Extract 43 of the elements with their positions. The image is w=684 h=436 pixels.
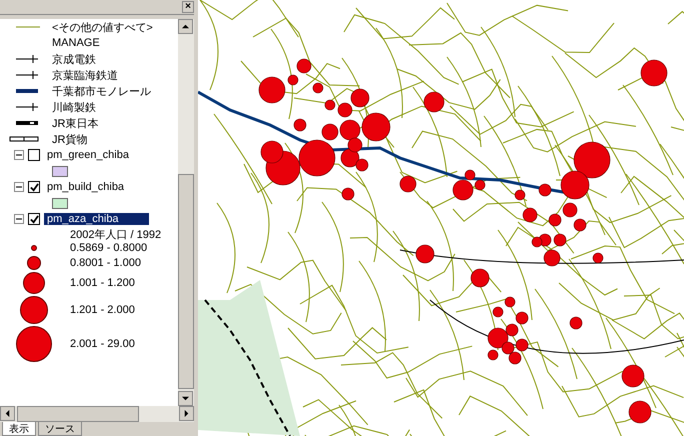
layer-name[interactable]: pm_aza_chiba xyxy=(44,213,149,225)
legend-label: 京葉臨海鉄道 xyxy=(52,68,118,82)
panel-tab[interactable]: ソース xyxy=(38,422,82,436)
layer-checkbox[interactable] xyxy=(28,181,40,193)
legend-label: JR東日本 xyxy=(52,116,98,130)
legend-label: 川崎製鉄 xyxy=(52,100,96,114)
circle-symbol-icon xyxy=(27,256,41,270)
collapse-toggle-icon[interactable] xyxy=(14,182,24,192)
legend-label: <その他の値すべて> xyxy=(52,20,153,34)
vertical-scrollbar[interactable] xyxy=(178,19,194,406)
collapse-toggle-icon[interactable] xyxy=(14,150,24,160)
layer-name[interactable]: pm_green_chiba xyxy=(44,149,132,161)
circle-symbol-icon xyxy=(31,245,37,251)
scroll-down-button[interactable] xyxy=(178,391,193,406)
circle-symbol-icon xyxy=(20,296,48,324)
layer-checkbox[interactable] xyxy=(28,213,40,225)
legend-label: MANAGE xyxy=(52,37,100,49)
close-button[interactable]: × xyxy=(182,1,194,13)
scroll-up-button[interactable] xyxy=(178,19,193,34)
up-arrow-icon xyxy=(182,23,189,30)
class-range-label: 0.8001 - 1.000 xyxy=(70,257,141,269)
scroll-left-button[interactable] xyxy=(0,406,15,421)
down-arrow-icon xyxy=(182,395,189,402)
left-arrow-icon xyxy=(4,410,11,417)
scrollbar-thumb[interactable] xyxy=(178,174,194,389)
class-range-label: 0.5869 - 0.8000 xyxy=(70,242,148,254)
class-range-label: 1.201 - 2.000 xyxy=(70,304,135,316)
right-arrow-icon xyxy=(183,410,190,417)
panel-tab[interactable]: 表示 xyxy=(2,422,36,436)
legend-label: JR貨物 xyxy=(52,132,88,146)
collapse-toggle-icon[interactable] xyxy=(14,214,24,224)
field-label: 2002年人口 / 1992 xyxy=(69,228,162,242)
layer-checkbox[interactable] xyxy=(28,149,40,161)
legend-label: 千葉都市モノレール xyxy=(52,84,151,98)
class-range-label: 2.001 - 29.00 xyxy=(70,338,135,350)
layer-name[interactable]: pm_build_chiba xyxy=(44,181,128,193)
circle-symbol-icon xyxy=(16,326,52,362)
horizontal-scrollbar[interactable] xyxy=(0,406,194,422)
scroll-right-button[interactable] xyxy=(179,406,194,421)
circle-symbol-icon xyxy=(23,272,45,294)
class-range-label: 1.001 - 1.200 xyxy=(70,277,135,289)
legend-label: 京成電鉄 xyxy=(52,52,96,66)
scrollbar-thumb[interactable] xyxy=(17,406,139,422)
